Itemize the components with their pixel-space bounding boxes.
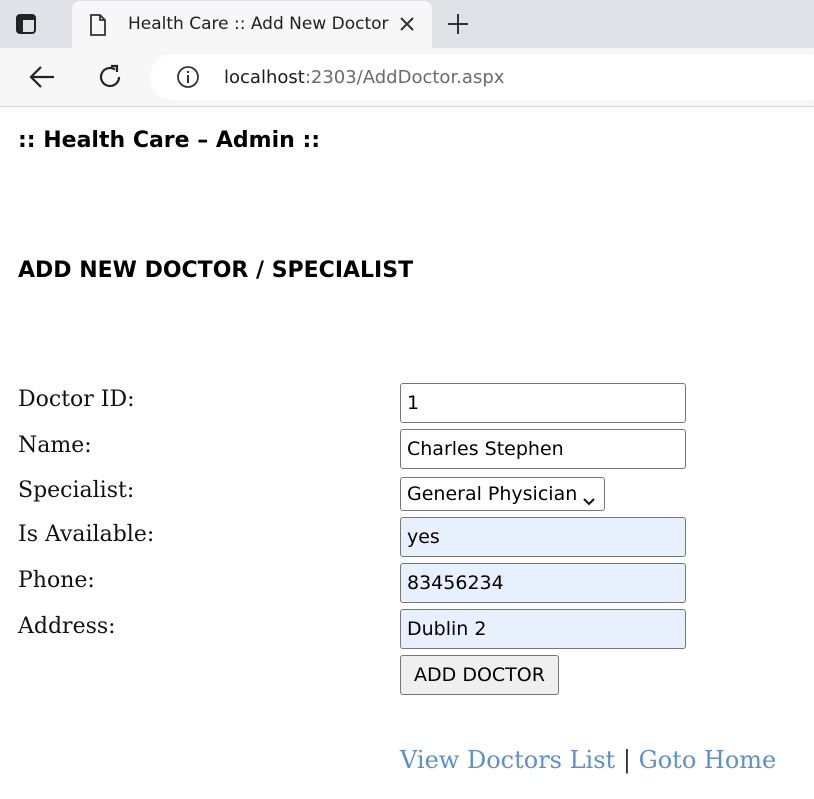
- url-host: localhost: [224, 67, 305, 88]
- chevron-down-icon: [582, 490, 596, 512]
- document-icon: [88, 13, 108, 41]
- new-tab-plus-icon[interactable]: [446, 12, 470, 40]
- info-icon[interactable]: [176, 65, 200, 93]
- page-content: :: Health Care – Admin :: ADD NEW DOCTOR…: [0, 107, 814, 799]
- window-menu-icon[interactable]: [14, 12, 38, 36]
- specialist-label: Specialist:: [18, 478, 135, 503]
- browser-toolbar: localhost:2303/AddDoctor.aspx: [0, 48, 814, 107]
- browser-tab-strip: Health Care :: Add New Doctor: [0, 0, 814, 48]
- specialist-select[interactable]: General Physician: [400, 477, 605, 511]
- reload-icon[interactable]: [96, 63, 124, 95]
- phone-input[interactable]: [400, 563, 686, 603]
- phone-label: Phone:: [18, 568, 95, 593]
- close-icon[interactable]: [398, 15, 416, 37]
- url-text: localhost:2303/AddDoctor.aspx: [224, 67, 504, 88]
- goto-home-link[interactable]: Goto Home: [639, 746, 777, 774]
- specialist-selected-value: General Physician: [407, 483, 578, 505]
- site-title: :: Health Care – Admin ::: [18, 128, 321, 153]
- address-bar[interactable]: localhost:2303/AddDoctor.aspx: [150, 54, 814, 100]
- view-doctors-link[interactable]: View Doctors List: [400, 746, 615, 774]
- is-available-input[interactable]: [400, 517, 686, 557]
- url-path: :2303/AddDoctor.aspx: [304, 67, 505, 88]
- tab-title: Health Care :: Add New Doctor: [128, 14, 389, 34]
- browser-tab[interactable]: Health Care :: Add New Doctor: [72, 1, 432, 48]
- address-input[interactable]: [400, 609, 686, 649]
- name-input[interactable]: [400, 429, 686, 469]
- name-label: Name:: [18, 433, 92, 458]
- link-separator: |: [622, 746, 631, 774]
- is-available-label: Is Available:: [18, 522, 155, 547]
- doctor-id-input[interactable]: [400, 383, 686, 423]
- arrow-left-icon[interactable]: [28, 64, 56, 94]
- doctor-id-label: Doctor ID:: [18, 387, 135, 412]
- add-doctor-button[interactable]: ADD DOCTOR: [400, 655, 559, 695]
- address-label: Address:: [18, 614, 116, 639]
- footer-links: View Doctors List | Goto Home: [400, 746, 776, 774]
- section-title: ADD NEW DOCTOR / SPECIALIST: [18, 258, 414, 283]
